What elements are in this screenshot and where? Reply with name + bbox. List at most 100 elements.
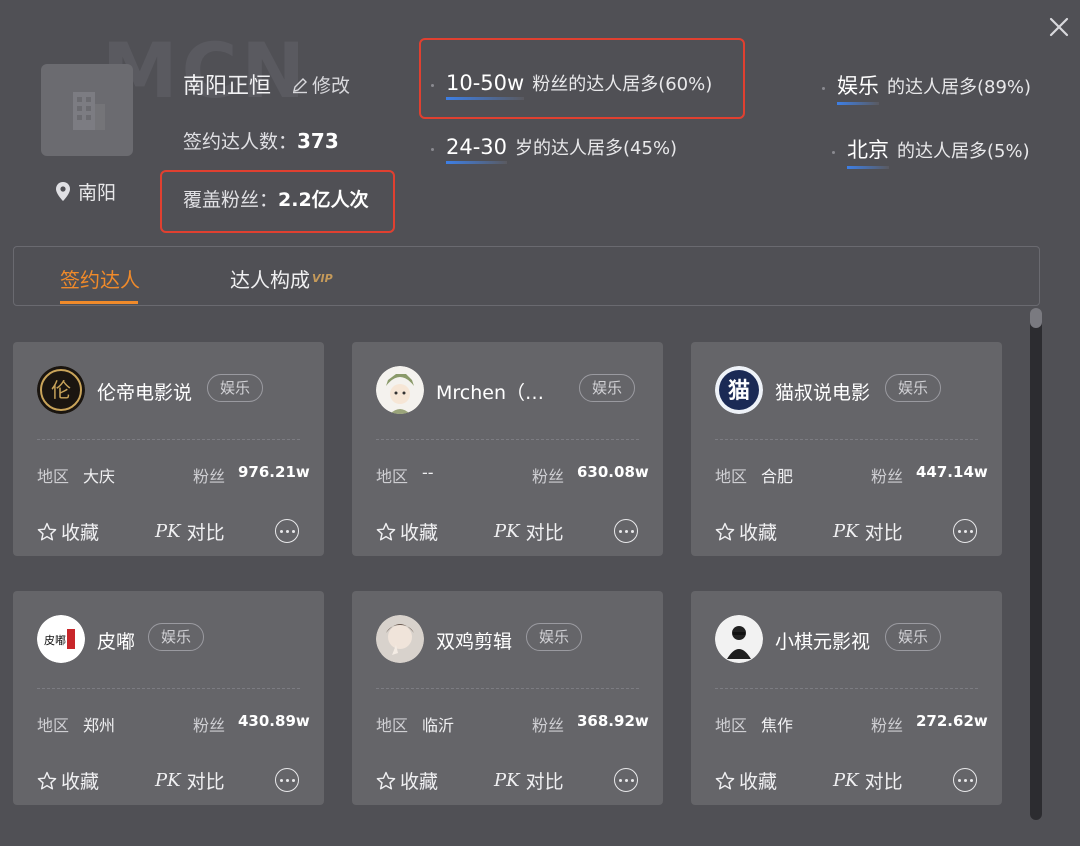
- stat-region: 北京 的达人居多(5%): [832, 134, 1030, 169]
- location-pin-icon: [56, 182, 70, 201]
- compare-button[interactable]: PK 对比: [833, 767, 903, 794]
- edit-button[interactable]: 修改: [291, 71, 350, 98]
- fans-value: 447.14w: [916, 463, 988, 481]
- more-options-icon[interactable]: [953, 768, 977, 792]
- talent-name: 皮嘟: [97, 631, 136, 653]
- divider: [715, 688, 978, 689]
- fans-value: 430.89w: [238, 712, 310, 730]
- fans-value: 272.62w: [916, 712, 988, 730]
- favorite-button[interactable]: 收藏: [37, 767, 99, 794]
- scrollbar-thumb[interactable]: [1030, 308, 1042, 328]
- favorite-button[interactable]: 收藏: [376, 518, 438, 545]
- star-icon: [715, 771, 735, 789]
- tab-bar: [13, 246, 1040, 306]
- region-value: --: [422, 463, 434, 482]
- talent-card[interactable]: 双鸡剪辑 娱乐 地区 临沂 粉丝 368.92w 收藏 PK 对比: [352, 591, 663, 805]
- avatar: [376, 615, 424, 663]
- tab-signed-talents[interactable]: 签约达人: [60, 264, 140, 293]
- avatar: [376, 366, 424, 414]
- category-tag: 娱乐: [885, 623, 942, 651]
- signed-count-value: 373: [297, 129, 339, 153]
- pk-icon: PK: [833, 521, 859, 542]
- compare-button[interactable]: PK 对比: [833, 518, 903, 545]
- close-icon[interactable]: [1046, 14, 1072, 40]
- divider: [37, 688, 300, 689]
- fans-label: 粉丝: [193, 467, 226, 486]
- org-logo: [41, 64, 133, 156]
- talent-name: 双鸡剪辑: [436, 631, 513, 653]
- talent-card[interactable]: 伦 伦帝电影说 娱乐 地区 大庆 粉丝 976.21w 收藏 PK 对比: [13, 342, 324, 556]
- divider: [715, 439, 978, 440]
- more-options-icon[interactable]: [614, 768, 638, 792]
- pencil-icon: [293, 77, 307, 93]
- svg-text:伦: 伦: [51, 378, 71, 402]
- favorite-button[interactable]: 收藏: [376, 767, 438, 794]
- category-tag: 娱乐: [148, 623, 205, 651]
- star-icon: [37, 771, 57, 789]
- talent-card[interactable]: 小棋元影视 娱乐 地区 焦作 粉丝 272.62w 收藏 PK 对比: [691, 591, 1002, 805]
- divider: [37, 439, 300, 440]
- fans-value: 976.21w: [238, 463, 310, 481]
- highlight-box-fans: [160, 170, 395, 233]
- region-label: 地区: [37, 467, 70, 486]
- star-icon: [376, 771, 396, 789]
- region-label: 地区: [376, 716, 409, 735]
- tab-talent-composition[interactable]: 达人构成 VIP: [230, 264, 333, 293]
- pk-icon: PK: [155, 521, 181, 542]
- signed-count: 签约达人数：373: [183, 129, 339, 153]
- building-icon: [73, 92, 105, 130]
- star-icon: [376, 522, 396, 540]
- favorite-button[interactable]: 收藏: [37, 518, 99, 545]
- region-label: 地区: [715, 467, 748, 486]
- pk-icon: PK: [155, 770, 181, 791]
- compare-button[interactable]: PK 对比: [494, 767, 564, 794]
- pk-icon: PK: [833, 770, 859, 791]
- location-text: 南阳: [78, 182, 117, 204]
- fans-label: 粉丝: [193, 716, 226, 735]
- stat-age: 24-30 岁的达人居多(45%): [431, 134, 677, 164]
- star-icon: [37, 522, 57, 540]
- stat-category: 娱乐 的达人居多(89%): [822, 70, 1031, 105]
- avatar: [715, 615, 763, 663]
- avatar: 伦: [37, 366, 85, 414]
- org-name: 南阳正恒: [183, 74, 272, 99]
- fans-value: 368.92w: [577, 712, 649, 730]
- active-tab-underline: [60, 301, 138, 304]
- favorite-button[interactable]: 收藏: [715, 767, 777, 794]
- org-location: 南阳: [56, 178, 116, 205]
- scrollbar-track[interactable]: [1030, 310, 1042, 820]
- talent-name: 小棋元影视: [775, 631, 871, 653]
- more-options-icon[interactable]: [275, 768, 299, 792]
- talent-card[interactable]: 皮嘟 皮嘟 娱乐 地区 郑州 粉丝 430.89w 收藏 PK 对比: [13, 591, 324, 805]
- more-options-icon[interactable]: [275, 519, 299, 543]
- fans-label: 粉丝: [871, 467, 904, 486]
- vip-badge: VIP: [312, 272, 333, 285]
- region-value: 临沂: [422, 716, 455, 735]
- talent-name: 猫叔说电影: [775, 382, 871, 404]
- avatar: 皮嘟: [37, 615, 85, 663]
- region-label: 地区: [715, 716, 748, 735]
- edit-label: 修改: [312, 75, 351, 97]
- more-options-icon[interactable]: [953, 519, 977, 543]
- compare-button[interactable]: PK 对比: [494, 518, 564, 545]
- more-options-icon[interactable]: [614, 519, 638, 543]
- svg-text:皮嘟: 皮嘟: [44, 634, 66, 647]
- region-value: 合肥: [761, 467, 794, 486]
- pk-icon: PK: [494, 770, 520, 791]
- favorite-button[interactable]: 收藏: [715, 518, 777, 545]
- stat-fans-range: 10-50w 粉丝的达人居多(60%): [431, 70, 712, 100]
- fans-value: 630.08w: [577, 463, 649, 481]
- talent-card[interactable]: 猫 猫叔说电影 娱乐 地区 合肥 粉丝 447.14w 收藏 PK 对比: [691, 342, 1002, 556]
- talent-name: 伦帝电影说: [97, 382, 193, 404]
- fans-label: 粉丝: [871, 716, 904, 735]
- divider: [376, 688, 639, 689]
- talent-name: Mrchen（剪…: [436, 382, 556, 404]
- avatar: 猫: [715, 366, 763, 414]
- talent-card[interactable]: Mrchen（剪… 娱乐 地区 -- 粉丝 630.08w 收藏 PK 对比: [352, 342, 663, 556]
- category-tag: 娱乐: [885, 374, 942, 402]
- compare-button[interactable]: PK 对比: [155, 518, 225, 545]
- divider: [376, 439, 639, 440]
- compare-button[interactable]: PK 对比: [155, 767, 225, 794]
- category-tag: 娱乐: [579, 374, 636, 402]
- region-value: 郑州: [83, 716, 116, 735]
